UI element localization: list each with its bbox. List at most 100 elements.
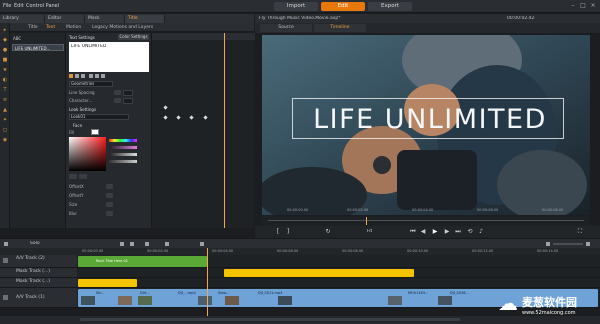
- align-left-icon[interactable]: [89, 74, 93, 78]
- shape-tool-icon[interactable]: ●: [2, 47, 8, 53]
- snap-icon[interactable]: [145, 242, 149, 246]
- bold-icon[interactable]: [69, 74, 73, 78]
- tab-timeline[interactable]: Timeline: [314, 24, 366, 32]
- offset-y-stepper[interactable]: [106, 193, 113, 198]
- settings-icon[interactable]: [4, 242, 8, 246]
- arrange-tool-icon[interactable]: ▲: [2, 107, 8, 113]
- swatch-button-1[interactable]: [69, 174, 77, 179]
- menu-edit[interactable]: Edit: [14, 3, 24, 9]
- text-settings-header[interactable]: Text Settings: [69, 35, 95, 40]
- tab-source[interactable]: Source: [260, 24, 312, 32]
- keyframe-playhead[interactable]: [224, 33, 225, 228]
- swatch-button-2[interactable]: [79, 174, 87, 179]
- track-header[interactable]: A/V Track (1): [0, 288, 77, 308]
- tab-title[interactable]: Title: [125, 15, 165, 23]
- keyframe-marker[interactable]: [163, 115, 168, 120]
- menu-file[interactable]: File: [3, 3, 11, 9]
- play-icon[interactable]: ▶: [432, 229, 438, 235]
- mask-tool-icon[interactable]: ◐: [2, 77, 8, 83]
- tab-editor[interactable]: Editor: [45, 15, 85, 23]
- keyframe-marker[interactable]: [189, 115, 194, 120]
- saturation-slider[interactable]: [109, 146, 137, 149]
- mark-in-icon[interactable]: [: [275, 229, 281, 235]
- keyframe-marker[interactable]: [203, 115, 208, 120]
- subtab-text[interactable]: Text: [46, 25, 55, 30]
- character-stepper[interactable]: [114, 98, 121, 103]
- subtab-motion[interactable]: Motion: [66, 25, 81, 30]
- look-select[interactable]: Look01: [69, 114, 129, 120]
- go-end-icon[interactable]: ⏭: [455, 229, 461, 235]
- minimize-icon[interactable]: –: [570, 3, 576, 9]
- timeline-scrollbar[interactable]: [80, 318, 460, 321]
- subtab-legacy-motions[interactable]: Legacy Motions and Layers: [92, 25, 153, 30]
- align-right-icon[interactable]: [101, 74, 105, 78]
- animate-tool-icon[interactable]: ★: [2, 67, 8, 73]
- layer-item[interactable]: LIFE UNLIMITED...: [12, 44, 64, 51]
- hue-slider[interactable]: [109, 139, 137, 142]
- geometry-select[interactable]: Geometries: [69, 81, 113, 87]
- fill-color-swatch[interactable]: [91, 129, 99, 135]
- keyframe-marker[interactable]: [163, 105, 168, 110]
- opacity-slider[interactable]: [109, 160, 137, 163]
- zoom-select[interactable]: Fit: [367, 229, 372, 234]
- step-forward-icon[interactable]: ▶: [444, 229, 450, 235]
- face-label[interactable]: Face: [73, 123, 82, 128]
- color-picker-square[interactable]: [69, 137, 106, 171]
- tab-library[interactable]: Library: [0, 15, 45, 23]
- track-header[interactable]: A/V Track (2): [0, 255, 77, 268]
- mode-edit-tab[interactable]: Edit: [321, 2, 365, 11]
- select-tool-icon[interactable]: ▸: [2, 27, 8, 33]
- marker-icon[interactable]: [165, 242, 169, 246]
- italic-icon[interactable]: [75, 74, 79, 78]
- offset-x-stepper[interactable]: [106, 184, 113, 189]
- keyframe-marker[interactable]: [176, 115, 181, 120]
- subtab-title[interactable]: Title: [28, 25, 38, 30]
- solo-button[interactable]: Solo: [30, 241, 40, 246]
- timeline-zoom-slider[interactable]: [553, 243, 583, 245]
- effect-tool-icon[interactable]: ✦: [2, 117, 8, 123]
- align-center-icon[interactable]: [95, 74, 99, 78]
- mask-clip[interactable]: [78, 279, 137, 287]
- text-input-area[interactable]: LIFE UNLIMITED: [69, 42, 149, 72]
- mode-export-tab[interactable]: Export: [368, 2, 412, 11]
- razor-tool-icon[interactable]: [120, 242, 124, 246]
- maximize-icon[interactable]: □: [580, 3, 586, 9]
- line-spacing-stepper[interactable]: [114, 90, 121, 95]
- timeline-playhead[interactable]: [207, 248, 208, 318]
- line-spacing-field[interactable]: [123, 90, 133, 96]
- track-visibility-icon[interactable]: [3, 295, 8, 300]
- mixer-icon[interactable]: [200, 242, 204, 246]
- zoom-in-icon[interactable]: [586, 242, 590, 246]
- volume-icon[interactable]: ♪: [478, 229, 484, 235]
- mask-clip[interactable]: [224, 269, 414, 277]
- go-start-icon[interactable]: ⏮: [410, 229, 416, 235]
- color-settings-button[interactable]: Color Settings: [118, 34, 149, 40]
- tab-mask[interactable]: Mask: [85, 15, 125, 23]
- timeline-ruler[interactable]: 00:00:00.00 00:00:02.00 00:00:04.00 00:0…: [0, 248, 600, 255]
- lightness-slider[interactable]: [109, 153, 137, 156]
- text-tool-icon[interactable]: T: [2, 87, 8, 93]
- layer-tool-icon[interactable]: ◆: [2, 37, 8, 43]
- character-field[interactable]: [123, 98, 133, 104]
- step-back-icon[interactable]: ◀: [420, 229, 426, 235]
- track-header[interactable]: Mask Track (...): [0, 278, 77, 288]
- track-header[interactable]: Mask Track (...): [0, 268, 77, 278]
- close-icon[interactable]: ×: [590, 3, 596, 9]
- blur-stepper[interactable]: [106, 211, 113, 216]
- color-tool-icon[interactable]: ◉: [2, 137, 8, 143]
- title-bounding-box[interactable]: LIFE UNLIMITED: [292, 98, 564, 139]
- mark-out-icon[interactable]: ]: [285, 229, 291, 235]
- loop-icon[interactable]: ↻: [325, 229, 331, 235]
- overlay-title-text[interactable]: LIFE UNLIMITED: [297, 105, 563, 135]
- size-stepper[interactable]: [106, 202, 113, 207]
- title-clip[interactable]: Rock Title Hero 01: [78, 256, 207, 267]
- look-settings-header[interactable]: Look Settings: [69, 107, 96, 112]
- align-tool-icon[interactable]: ≡: [2, 97, 8, 103]
- zoom-out-icon[interactable]: [546, 242, 550, 246]
- abc-text-icon[interactable]: ABC: [13, 36, 21, 41]
- loop-playback-icon[interactable]: ⟲: [467, 229, 473, 235]
- delete-icon[interactable]: [130, 242, 134, 246]
- crop-tool-icon[interactable]: ◻: [2, 127, 8, 133]
- scrubber-playhead[interactable]: [366, 217, 367, 225]
- underline-icon[interactable]: [81, 74, 85, 78]
